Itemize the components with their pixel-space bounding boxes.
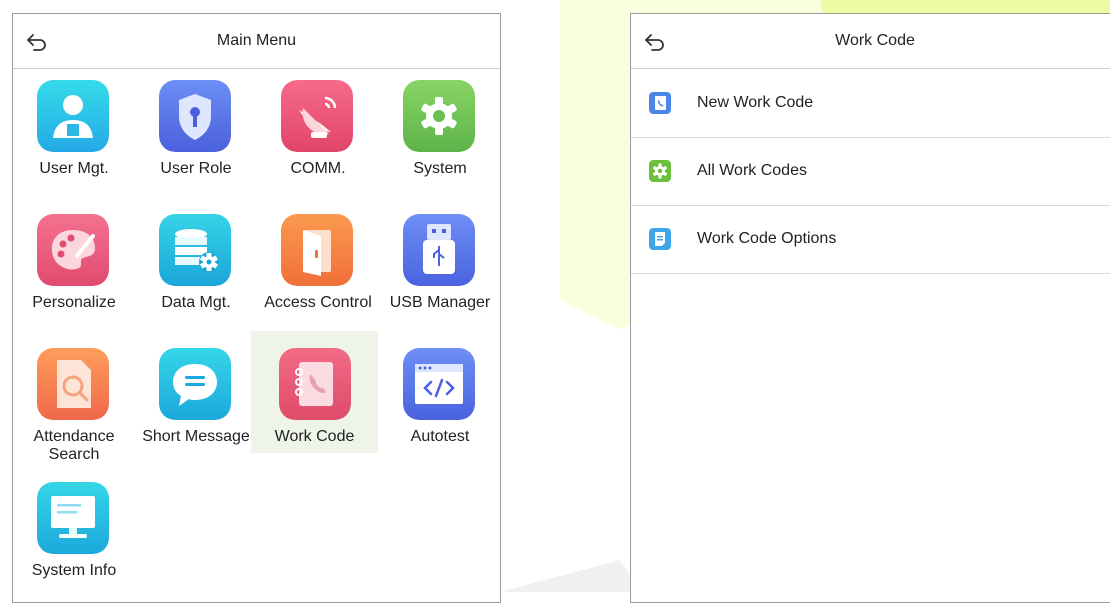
menu-tile-label: Short Message bbox=[142, 428, 250, 445]
menu-tile-user-role[interactable]: User Role bbox=[135, 70, 257, 200]
chat-bubble-icon bbox=[159, 348, 231, 420]
menu-tile-usb-manager[interactable]: USB Manager bbox=[379, 204, 500, 334]
menu-tile-label: COMM. bbox=[290, 160, 346, 177]
menu-tile-label: User Role bbox=[160, 160, 232, 177]
work-code-panel: Work Code New Work Code All Work Codes W… bbox=[630, 13, 1110, 603]
main-menu-panel: Main Menu User Mgt. User Role COMM. Syst… bbox=[12, 13, 501, 603]
menu-tile-label: Data Mgt. bbox=[161, 294, 231, 311]
code-window-icon bbox=[403, 348, 475, 420]
menu-tile-label: Autotest bbox=[410, 428, 470, 445]
menu-tile-user-mgt[interactable]: User Mgt. bbox=[13, 70, 135, 200]
list-item-label: Work Code Options bbox=[697, 230, 837, 247]
palette-icon bbox=[37, 214, 109, 286]
menu-tile-label: Access Control bbox=[264, 294, 372, 311]
menu-tile-data-mgt[interactable]: Data Mgt. bbox=[135, 204, 257, 334]
document-search-icon bbox=[37, 348, 109, 420]
menu-tile-autotest[interactable]: Autotest bbox=[379, 338, 500, 468]
gear-icon bbox=[403, 80, 475, 152]
menu-tile-work-code[interactable]: Work Code bbox=[251, 331, 378, 453]
database-gear-icon bbox=[159, 214, 231, 286]
menu-tile-label: System bbox=[413, 160, 467, 177]
menu-tile-attendance-search[interactable]: Attendance Search bbox=[13, 338, 135, 468]
main-menu-header: Main Menu bbox=[13, 14, 500, 69]
door-icon bbox=[281, 214, 353, 286]
phone-book-small-icon bbox=[649, 92, 671, 114]
menu-tile-comm[interactable]: COMM. bbox=[257, 70, 379, 200]
menu-tile-short-message[interactable]: Short Message bbox=[135, 338, 257, 468]
phone-book-icon bbox=[279, 348, 351, 420]
menu-tile-personalize[interactable]: Personalize bbox=[13, 204, 135, 334]
menu-tile-label: Personalize bbox=[32, 294, 116, 311]
list-item-label: All Work Codes bbox=[697, 162, 807, 179]
shield-key-icon bbox=[159, 80, 231, 152]
usb-drive-icon bbox=[403, 214, 475, 286]
list-item-work-code-options[interactable]: Work Code Options bbox=[631, 206, 1110, 274]
list-item-new-work-code[interactable]: New Work Code bbox=[631, 70, 1110, 138]
list-item-label: New Work Code bbox=[697, 94, 814, 111]
page-title: Work Code bbox=[835, 32, 915, 49]
menu-tile-system-info[interactable]: System Info bbox=[13, 472, 135, 602]
page-title: Main Menu bbox=[216, 32, 297, 49]
note-icon bbox=[649, 228, 671, 250]
menu-tile-access-control[interactable]: Access Control bbox=[257, 204, 379, 334]
menu-tile-system[interactable]: System bbox=[379, 70, 500, 200]
user-icon bbox=[37, 80, 109, 152]
monitor-icon bbox=[37, 482, 109, 554]
menu-tile-label: Work Code bbox=[274, 428, 355, 445]
satellite-dish-icon bbox=[281, 80, 353, 152]
menu-tile-label: System Info bbox=[31, 562, 117, 579]
menu-tile-label: USB Manager bbox=[389, 294, 491, 311]
menu-tile-label: Attendance Search bbox=[33, 428, 115, 463]
work-code-header: Work Code bbox=[631, 14, 1110, 69]
menu-tile-label: User Mgt. bbox=[39, 160, 109, 177]
list-item-all-work-codes[interactable]: All Work Codes bbox=[631, 138, 1110, 206]
gear-small-icon bbox=[649, 160, 671, 182]
